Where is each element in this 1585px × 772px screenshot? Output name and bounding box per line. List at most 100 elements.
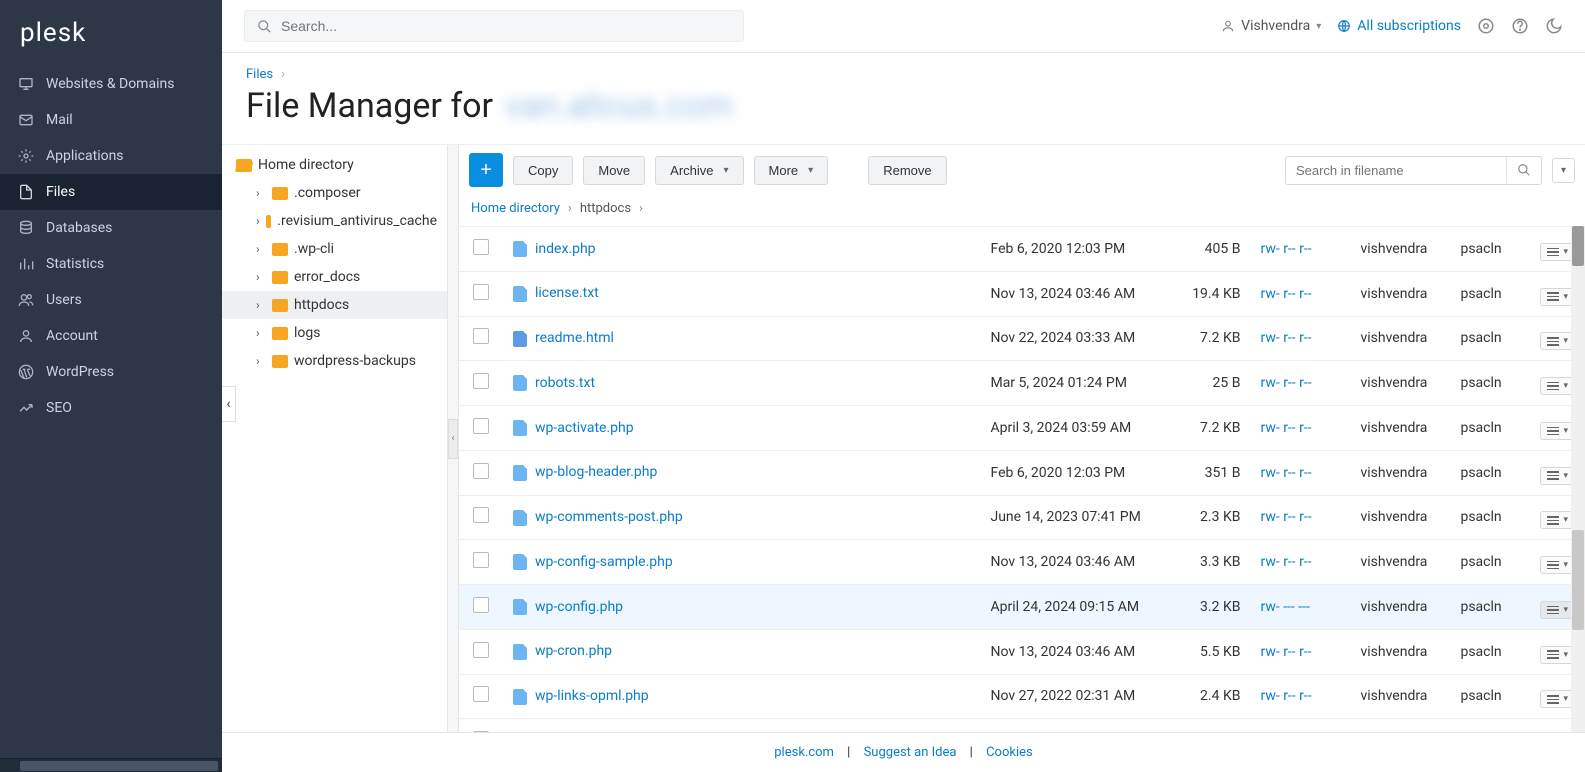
vertical-scrollbar[interactable] xyxy=(1571,226,1585,732)
sidebar-item-websites-domains[interactable]: Websites & Domains xyxy=(0,66,222,102)
tree-item-logs[interactable]: ›logs xyxy=(222,319,447,347)
file-permissions[interactable]: rw- r-- r-- xyxy=(1250,719,1350,732)
more-button[interactable]: More xyxy=(754,156,829,185)
row-menu-button[interactable]: ▾ xyxy=(1540,556,1575,574)
row-menu-button[interactable]: ▾ xyxy=(1540,422,1575,440)
sidebar-item-databases[interactable]: Databases xyxy=(0,210,222,246)
footer-cookies-link[interactable]: Cookies xyxy=(986,745,1033,760)
file-permissions[interactable]: rw- r-- r-- xyxy=(1250,629,1350,674)
row-checkbox[interactable] xyxy=(473,642,489,658)
file-row[interactable]: wp-blog-header.phpFeb 6, 2020 12:03 PM35… xyxy=(459,450,1585,495)
file-row[interactable]: wp-load.phpJuly 17, 2024 03:56 AM3.8 KBr… xyxy=(459,719,1585,732)
file-permissions[interactable]: rw- r-- r-- xyxy=(1250,450,1350,495)
pane-resizer[interactable]: ‹ xyxy=(447,145,459,732)
file-name[interactable]: wp-config-sample.php xyxy=(535,554,673,570)
filename-search[interactable] xyxy=(1285,156,1542,185)
remove-button[interactable]: Remove xyxy=(868,156,946,185)
row-checkbox[interactable] xyxy=(473,284,489,300)
file-row[interactable]: readme.htmlNov 22, 2024 03:33 AM7.2 KBrw… xyxy=(459,316,1585,361)
file-permissions[interactable]: rw- r-- r-- xyxy=(1250,540,1350,585)
row-menu-button[interactable]: ▾ xyxy=(1540,601,1575,619)
file-permissions[interactable]: rw- r-- r-- xyxy=(1250,316,1350,361)
archive-button[interactable]: Archive xyxy=(655,156,743,185)
tree-item--composer[interactable]: ›.composer xyxy=(222,179,447,207)
file-row[interactable]: index.phpFeb 6, 2020 12:03 PM405 Brw- r-… xyxy=(459,227,1585,272)
breadcrumb-files[interactable]: Files xyxy=(246,67,273,82)
file-name[interactable]: readme.html xyxy=(535,330,614,346)
file-name[interactable]: robots.txt xyxy=(535,375,595,391)
row-menu-button[interactable]: ▾ xyxy=(1540,377,1575,395)
sidebar-item-applications[interactable]: Applications xyxy=(0,138,222,174)
file-name[interactable]: wp-blog-header.php xyxy=(535,464,657,480)
help-icon[interactable] xyxy=(1511,17,1529,35)
file-name[interactable]: wp-comments-post.php xyxy=(535,509,683,525)
file-name[interactable]: wp-links-opml.php xyxy=(535,688,649,704)
user-menu[interactable]: Vishvendra ▾ xyxy=(1221,18,1321,34)
row-checkbox[interactable] xyxy=(473,686,489,702)
row-checkbox[interactable] xyxy=(473,552,489,568)
file-name[interactable]: index.php xyxy=(535,241,596,257)
file-permissions[interactable]: rw- r-- r-- xyxy=(1250,271,1350,316)
search-options-button[interactable]: ▾ xyxy=(1552,158,1575,183)
file-row[interactable]: wp-config-sample.phpNov 13, 2024 03:46 A… xyxy=(459,540,1585,585)
footer-idea-link[interactable]: Suggest an Idea xyxy=(864,745,957,760)
extensions-icon[interactable] xyxy=(1477,17,1495,35)
row-menu-button[interactable]: ▾ xyxy=(1540,243,1575,261)
move-button[interactable]: Move xyxy=(583,156,645,185)
file-row[interactable]: wp-cron.phpNov 13, 2024 03:46 AM5.5 KBrw… xyxy=(459,629,1585,674)
row-checkbox[interactable] xyxy=(473,373,489,389)
subscriptions-menu[interactable]: All subscriptions xyxy=(1337,18,1461,34)
row-menu-button[interactable]: ▾ xyxy=(1540,467,1575,485)
row-checkbox[interactable] xyxy=(473,418,489,434)
row-menu-button[interactable]: ▾ xyxy=(1540,646,1575,664)
tree-item-httpdocs[interactable]: ›httpdocs xyxy=(222,291,447,319)
row-checkbox[interactable] xyxy=(473,597,489,613)
row-checkbox[interactable] xyxy=(473,328,489,344)
file-name[interactable]: license.txt xyxy=(535,285,599,301)
tree-root[interactable]: Home directory xyxy=(222,151,447,179)
sidebar-item-seo[interactable]: SEO xyxy=(0,390,222,426)
global-search[interactable] xyxy=(244,10,744,42)
sidebar-collapse-toggle[interactable]: ‹ xyxy=(222,386,236,422)
file-permissions[interactable]: rw- r-- r-- xyxy=(1250,406,1350,451)
row-menu-button[interactable]: ▾ xyxy=(1540,511,1575,529)
row-menu-button[interactable]: ▾ xyxy=(1540,288,1575,306)
tree-item-error-docs[interactable]: ›error_docs xyxy=(222,263,447,291)
row-checkbox[interactable] xyxy=(473,731,489,732)
sidebar-item-files[interactable]: Files xyxy=(0,174,222,210)
search-icon[interactable] xyxy=(1506,157,1541,183)
sidebar-item-wordpress[interactable]: WordPress xyxy=(0,354,222,390)
file-row[interactable]: wp-config.phpApril 24, 2024 09:15 AM3.2 … xyxy=(459,585,1585,630)
file-name[interactable]: wp-config.php xyxy=(535,599,623,615)
footer-plesk-link[interactable]: plesk.com xyxy=(774,745,834,760)
row-menu-button[interactable]: ▾ xyxy=(1540,690,1575,708)
file-permissions[interactable]: rw- r-- r-- xyxy=(1250,361,1350,406)
file-row[interactable]: wp-comments-post.phpJune 14, 2023 07:41 … xyxy=(459,495,1585,540)
file-row[interactable]: license.txtNov 13, 2024 03:46 AM19.4 KBr… xyxy=(459,271,1585,316)
file-permissions[interactable]: rw- --- --- xyxy=(1250,585,1350,630)
file-permissions[interactable]: rw- r-- r-- xyxy=(1250,674,1350,719)
file-row[interactable]: wp-links-opml.phpNov 27, 2022 02:31 AM2.… xyxy=(459,674,1585,719)
sidebar-item-users[interactable]: Users xyxy=(0,282,222,318)
row-menu-button[interactable]: ▾ xyxy=(1540,332,1575,350)
file-permissions[interactable]: rw- r-- r-- xyxy=(1250,227,1350,272)
crumb-home[interactable]: Home directory xyxy=(471,201,560,216)
global-search-input[interactable] xyxy=(281,18,733,34)
sidebar-item-account[interactable]: Account xyxy=(0,318,222,354)
file-name[interactable]: wp-cron.php xyxy=(535,643,612,659)
row-checkbox[interactable] xyxy=(473,507,489,523)
row-checkbox[interactable] xyxy=(473,239,489,255)
row-checkbox[interactable] xyxy=(473,463,489,479)
add-button[interactable]: + xyxy=(469,153,503,187)
file-row[interactable]: robots.txtMar 5, 2024 01:24 PM25 Brw- r-… xyxy=(459,361,1585,406)
file-permissions[interactable]: rw- r-- r-- xyxy=(1250,495,1350,540)
tree-item-wordpress-backups[interactable]: ›wordpress-backups xyxy=(222,347,447,375)
tree-item--revisium-antivirus-cache[interactable]: ›.revisium_antivirus_cache xyxy=(222,207,447,235)
copy-button[interactable]: Copy xyxy=(513,156,573,185)
sidebar-scrollbar[interactable] xyxy=(0,758,222,772)
filename-search-input[interactable] xyxy=(1286,157,1506,184)
file-row[interactable]: wp-activate.phpApril 3, 2024 03:59 AM7.2… xyxy=(459,406,1585,451)
sidebar-item-statistics[interactable]: Statistics xyxy=(0,246,222,282)
file-name[interactable]: wp-activate.php xyxy=(535,420,634,436)
dark-mode-icon[interactable] xyxy=(1545,17,1563,35)
